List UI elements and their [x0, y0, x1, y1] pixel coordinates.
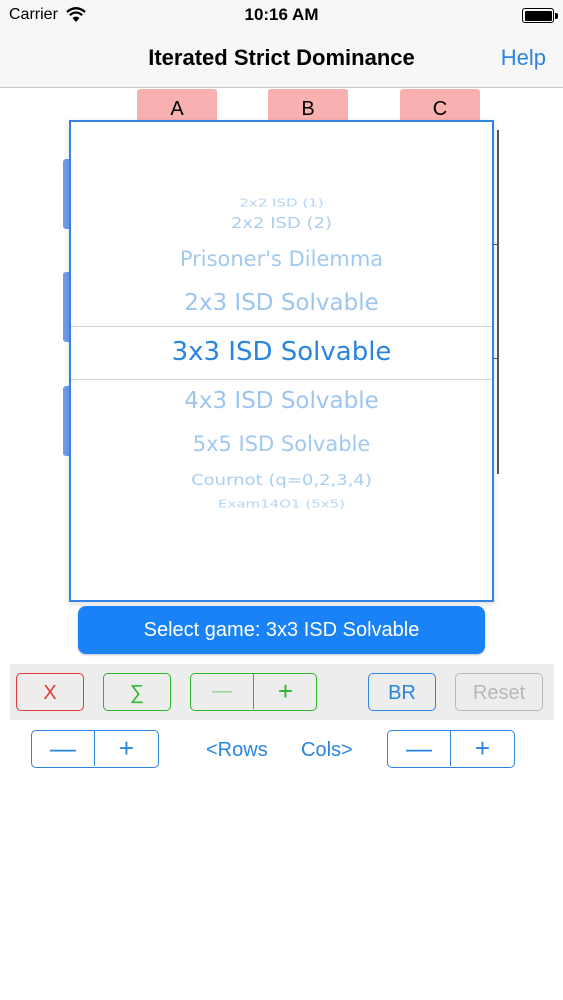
select-game-button[interactable]: Select game: 3x3 ISD Solvable: [78, 606, 485, 654]
selection-indicator: [71, 379, 492, 380]
cols-label[interactable]: Cols>: [301, 739, 353, 762]
decrement-button[interactable]: —: [191, 674, 254, 709]
cols-minus-button[interactable]: —: [388, 731, 451, 766]
matrix-border: [497, 130, 499, 474]
picker-item[interactable]: Cournot (q=0,2,3,4): [71, 472, 492, 490]
navigation-bar: Iterated Strict Dominance Help: [0, 30, 563, 88]
increment-button[interactable]: +: [254, 674, 317, 709]
sum-button[interactable]: ∑: [103, 673, 171, 711]
picker-item[interactable]: 2x2 ISD (1): [71, 197, 492, 210]
cols-stepper: — +: [387, 730, 515, 768]
picker-item[interactable]: Prisoner's Dilemma: [71, 247, 492, 271]
payoff-stepper: — +: [190, 673, 317, 711]
rows-minus-button[interactable]: —: [32, 731, 95, 766]
picker-item[interactable]: 4x3 ISD Solvable: [71, 388, 492, 414]
picker-item[interactable]: 2x2 ISD (2): [71, 215, 492, 233]
clock: 10:16 AM: [244, 5, 319, 24]
status-bar: Carrier 10:16 AM: [0, 0, 563, 30]
help-button[interactable]: Help: [501, 45, 546, 71]
column-header-c[interactable]: C: [400, 89, 480, 123]
reset-button[interactable]: Reset: [455, 673, 543, 711]
picker-item[interactable]: 5x5 ISD Solvable: [71, 432, 492, 456]
delete-button[interactable]: X: [16, 673, 84, 711]
column-header-b[interactable]: B: [268, 89, 348, 123]
battery-icon: [522, 8, 558, 23]
best-response-button[interactable]: BR: [368, 673, 436, 711]
picker-item-selected[interactable]: 3x3 ISD Solvable: [71, 337, 492, 367]
picker-item[interactable]: Exam14O1 (5x5): [71, 498, 492, 511]
game-picker[interactable]: 2x2 ISD (1) 2x2 ISD (2) Prisoner's Dilem…: [69, 120, 494, 602]
rows-plus-button[interactable]: +: [95, 731, 158, 766]
page-title: Iterated Strict Dominance: [148, 45, 415, 70]
column-header-a[interactable]: A: [137, 89, 217, 123]
selection-indicator: [71, 326, 492, 327]
cols-plus-button[interactable]: +: [451, 731, 514, 766]
rows-stepper: — +: [31, 730, 159, 768]
rows-label[interactable]: <Rows: [206, 739, 268, 762]
picker-item[interactable]: 2x3 ISD Solvable: [71, 290, 492, 316]
